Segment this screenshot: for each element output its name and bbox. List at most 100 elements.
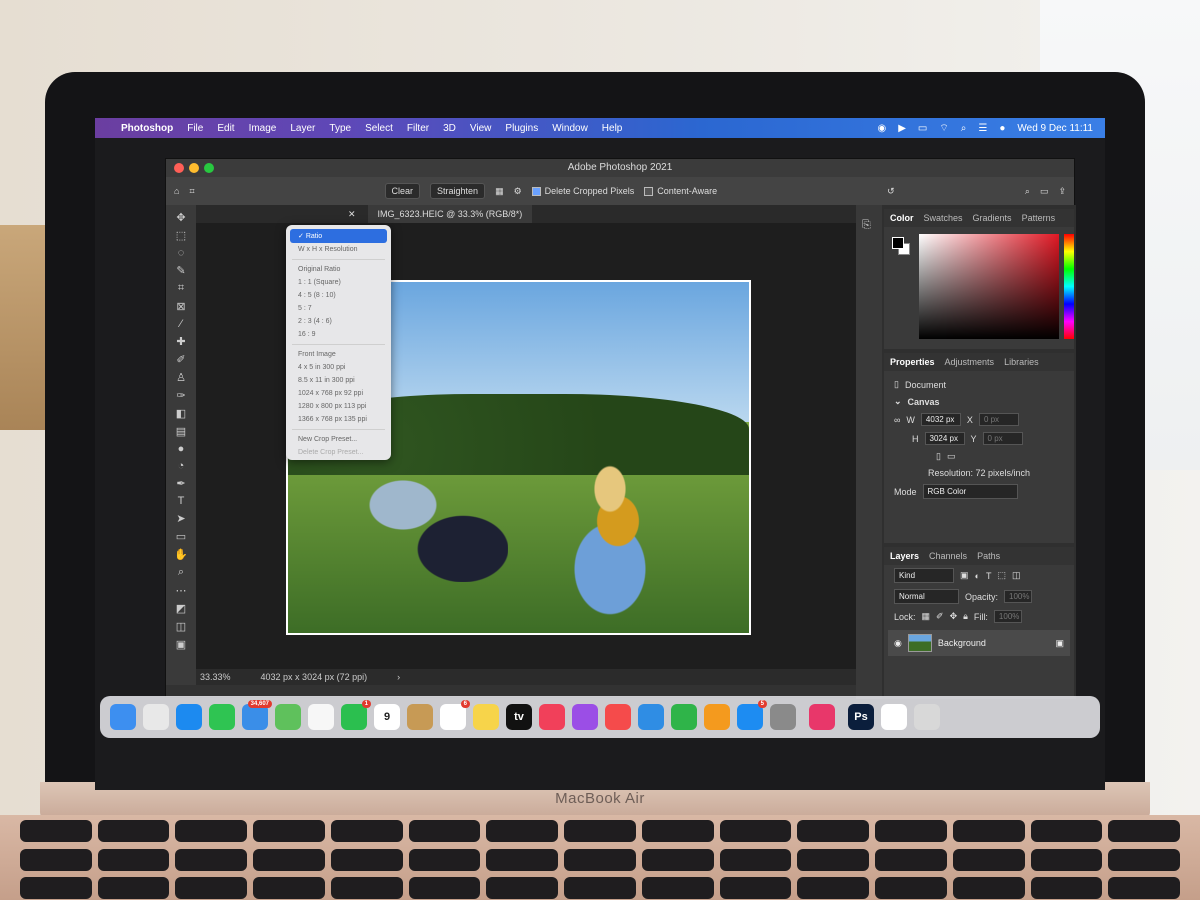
news-icon[interactable] — [605, 704, 631, 730]
dropdown-item-4-5[interactable]: 4 : 5 (8 : 10) — [286, 289, 391, 302]
tab-close-icon[interactable]: ✕ — [348, 209, 356, 220]
menu-help[interactable]: Help — [602, 123, 623, 134]
tab-color[interactable]: Color — [890, 213, 914, 223]
dropdown-item-front-image[interactable]: Front Image — [286, 348, 391, 361]
menu-view[interactable]: View — [470, 123, 492, 134]
path-select-tool-icon[interactable]: ➤ — [176, 512, 185, 525]
tab-patterns[interactable]: Patterns — [1022, 213, 1056, 223]
grid-overlay-icon[interactable]: ▦ — [495, 186, 504, 197]
blend-mode-select[interactable]: Normal — [894, 589, 959, 604]
share-icon[interactable]: ⇪ — [1058, 186, 1066, 197]
pen-tool-icon[interactable]: ✒ — [176, 477, 185, 490]
calendar-icon[interactable]: 9 — [374, 704, 400, 730]
screen-mode-icon[interactable]: ▣ — [176, 638, 186, 651]
dropdown-item-1280[interactable]: 1280 x 800 px 113 ppi — [286, 400, 391, 413]
tab-libraries[interactable]: Libraries — [1004, 357, 1039, 367]
music-icon[interactable] — [539, 704, 565, 730]
more-tools-icon[interactable]: ⋯ — [176, 584, 187, 597]
spotlight-search-icon[interactable]: ⌕ — [961, 123, 967, 134]
safari-icon[interactable] — [176, 704, 202, 730]
dodge-tool-icon[interactable]: ◔ — [178, 460, 185, 472]
eye-icon[interactable]: ◉ — [894, 638, 902, 649]
launchpad-icon[interactable] — [143, 704, 169, 730]
dropdown-item-16-9[interactable]: 16 : 9 — [286, 328, 391, 341]
link-icon[interactable]: ∞ — [894, 415, 900, 425]
dropdown-item-4x5[interactable]: 4 x 5 in 300 ppi — [286, 361, 391, 374]
type-tool-icon[interactable]: T — [178, 495, 185, 507]
layer-kind-filter[interactable]: Kind — [894, 568, 954, 583]
menu-type[interactable]: Type — [329, 123, 351, 134]
portrait-orientation-icon[interactable]: ▯ — [936, 451, 941, 462]
facetime-icon[interactable]: 1 — [341, 700, 371, 730]
dropdown-item-5-7[interactable]: 5 : 7 — [286, 302, 391, 315]
menu-filter[interactable]: Filter — [407, 123, 429, 134]
wifi-icon[interactable]: ⌔ — [939, 122, 948, 135]
tab-layers[interactable]: Layers — [890, 551, 919, 561]
foreground-color-swatch[interactable] — [892, 237, 904, 249]
menu-photoshop[interactable]: Photoshop — [121, 123, 173, 134]
zoom-window-button[interactable] — [204, 163, 214, 173]
history-brush-icon[interactable]: ✑ — [176, 389, 185, 402]
crop-tool-icon-2[interactable]: ⌗ — [178, 282, 184, 295]
eyedropper-tool-icon[interactable]: ⁄ — [180, 318, 182, 330]
tab-paths[interactable]: Paths — [977, 551, 1000, 561]
gear-icon[interactable]: ⚙ — [514, 186, 522, 197]
system-preferences-icon[interactable] — [770, 704, 796, 730]
canvas-section[interactable]: ⌄ Canvas — [884, 393, 1074, 410]
mail-icon[interactable]: 34,607 — [242, 700, 272, 730]
photos-icon[interactable] — [308, 704, 334, 730]
lock-position-icon[interactable]: ✥ — [950, 611, 958, 622]
dropdown-item-original[interactable]: Original Ratio — [286, 263, 391, 276]
search-icon[interactable]: ⌕ — [1025, 186, 1030, 197]
tab-channels[interactable]: Channels — [929, 551, 967, 561]
menu-select[interactable]: Select — [365, 123, 393, 134]
lock-brush-icon[interactable]: ✐ — [936, 611, 944, 622]
menu-layer[interactable]: Layer — [290, 123, 315, 134]
fill-field[interactable]: 100% — [993, 610, 1022, 623]
menu-plugins[interactable]: Plugins — [505, 123, 538, 134]
menubar-clock[interactable]: Wed 9 Dec 11:11 — [1017, 123, 1093, 134]
numbers-icon[interactable] — [671, 704, 697, 730]
menu-window[interactable]: Window — [552, 123, 588, 134]
dropdown-item-2-3[interactable]: 2 : 3 (4 : 6) — [286, 315, 391, 328]
filter-adjustment-icon[interactable]: ◐ — [975, 571, 980, 581]
status-expand-icon[interactable]: › — [397, 672, 400, 682]
filter-type-icon[interactable]: T — [986, 571, 992, 581]
move-tool-icon[interactable]: ✥ — [176, 211, 185, 224]
creative-cloud-status-icon[interactable]: ◉ — [877, 123, 886, 134]
dropdown-item-1366[interactable]: 1366 x 768 px 135 ppi — [286, 413, 391, 426]
photoshop-icon[interactable]: Ps — [848, 704, 874, 730]
mode-select[interactable]: RGB Color — [922, 484, 1018, 499]
finder-icon[interactable] — [110, 704, 136, 730]
width-field[interactable]: 4032 px — [920, 413, 961, 426]
dropdown-item-whr[interactable]: W x H x Resolution — [286, 243, 391, 256]
menu-image[interactable]: Image — [249, 123, 277, 134]
stamp-tool-icon[interactable]: ♙ — [176, 371, 186, 384]
document-tab[interactable]: IMG_6323.HEIC @ 33.3% (RGB/8*) — [367, 205, 533, 223]
dropdown-item-1024[interactable]: 1024 x 768 px 92 ppi — [286, 387, 391, 400]
workspace-icon[interactable]: ▭ — [1040, 186, 1049, 197]
contacts-icon[interactable] — [407, 704, 433, 730]
color-picker-field[interactable] — [919, 234, 1059, 339]
opacity-field[interactable]: 100% — [1004, 590, 1033, 603]
lock-pixels-icon[interactable]: ▦ — [922, 611, 931, 622]
siri-icon[interactable]: ● — [999, 123, 1005, 134]
x-field[interactable]: 0 px — [978, 413, 1019, 426]
quick-select-tool-icon[interactable]: ✎ — [176, 264, 185, 277]
layer-background[interactable]: ◉ Background ▣ — [888, 630, 1070, 656]
lock-all-icon[interactable]: 🔒︎ — [963, 611, 968, 622]
landscape-orientation-icon[interactable]: ▭ — [947, 451, 956, 462]
frame-tool-icon[interactable]: ⊠ — [176, 300, 185, 313]
filter-shape-icon[interactable]: ⬚ — [997, 570, 1006, 581]
control-center-icon[interactable]: ☰ — [978, 123, 987, 134]
delete-cropped-checkbox[interactable]: Delete Cropped Pixels — [531, 186, 634, 196]
y-field[interactable]: 0 px — [982, 432, 1023, 445]
brush-tool-icon[interactable]: ✐ — [176, 353, 185, 366]
quick-mask-icon[interactable]: ◫ — [176, 620, 186, 633]
reminders-icon[interactable]: 6 — [440, 700, 470, 730]
filter-smart-icon[interactable]: ◫ — [1012, 570, 1021, 581]
downloads-icon[interactable] — [881, 704, 907, 730]
color-swatches-icon[interactable]: ◩ — [176, 602, 186, 615]
shape-tool-icon[interactable]: ▭ — [176, 530, 186, 543]
zoom-tool-icon[interactable]: ⌕ — [178, 566, 184, 579]
